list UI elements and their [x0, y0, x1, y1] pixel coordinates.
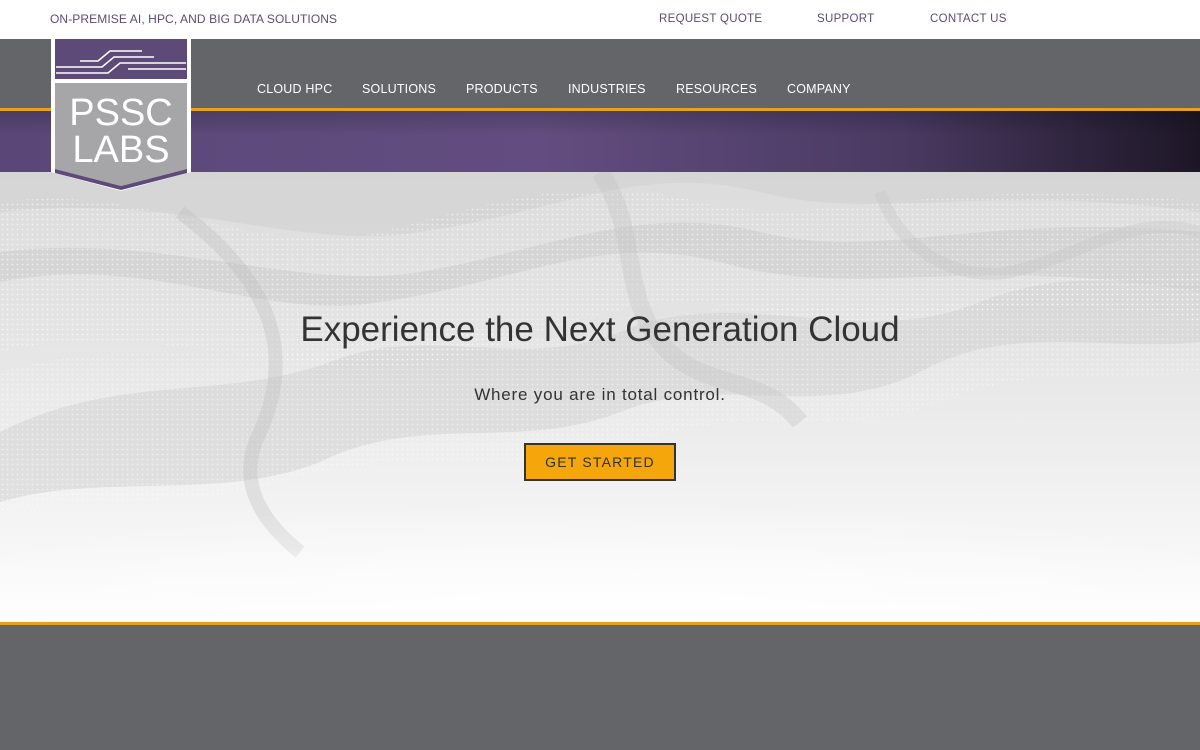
pssc-labs-logo[interactable]: PSSC LABS	[50, 39, 192, 192]
request-quote-link[interactable]: REQUEST QUOTE	[659, 13, 762, 25]
contact-us-link[interactable]: CONTACT US	[930, 13, 1007, 25]
lower-section	[0, 625, 1200, 750]
nav-item-industries[interactable]: INDUSTRIES	[568, 82, 646, 96]
logo-shield-icon: PSSC LABS	[51, 39, 191, 191]
get-started-button[interactable]: GET STARTED	[524, 443, 676, 481]
site-tagline: ON-PREMISE AI, HPC, AND BIG DATA SOLUTIO…	[50, 12, 338, 26]
nav-item-company[interactable]: COMPANY	[787, 82, 851, 96]
nav-item-resources[interactable]: RESOURCES	[676, 82, 757, 96]
hero-subtitle: Where you are in total control.	[474, 385, 726, 404]
nav-item-cloud-hpc[interactable]: CLOUD HPC	[257, 82, 332, 96]
hero-title: Experience the Next Generation Cloud	[300, 310, 900, 349]
support-link[interactable]: SUPPORT	[817, 13, 874, 25]
hero-section: Experience the Next Generation Cloud Whe…	[0, 172, 1200, 622]
logo-text-line1: PSSC	[69, 92, 172, 134]
nav-item-products[interactable]: PRODUCTS	[466, 82, 538, 96]
logo-text-line2: LABS	[72, 129, 169, 171]
nav-item-solutions[interactable]: SOLUTIONS	[362, 82, 436, 96]
utility-bar: ON-PREMISE AI, HPC, AND BIG DATA SOLUTIO…	[0, 0, 1200, 39]
